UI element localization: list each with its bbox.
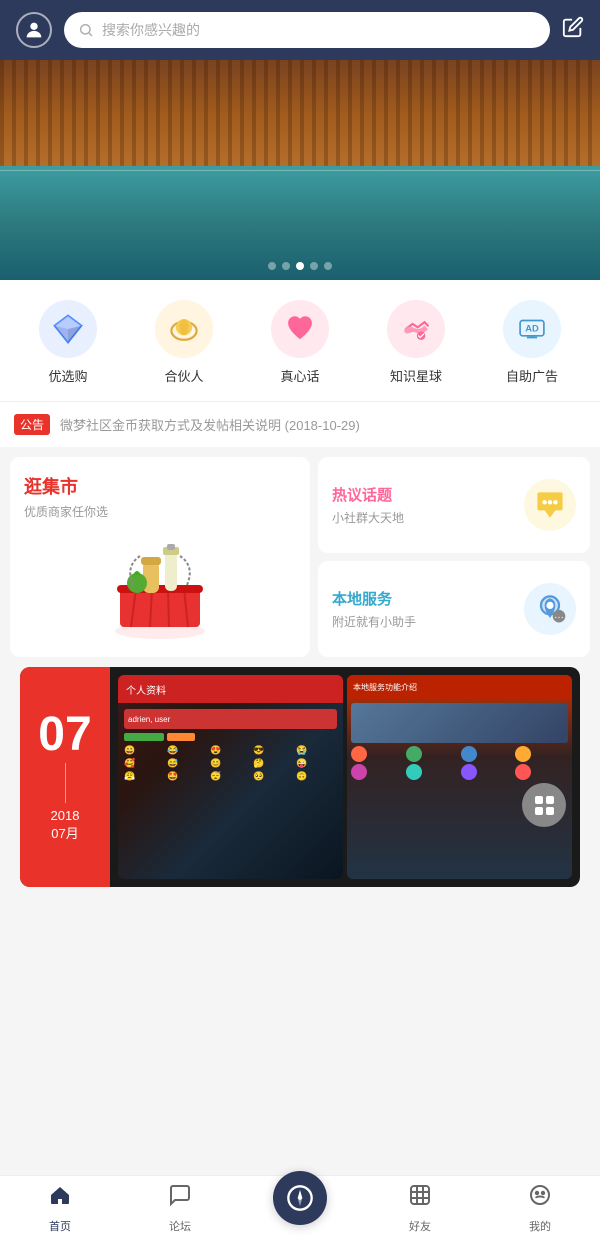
hot-topics-icon (524, 479, 576, 531)
search-placeholder: 搜索你感兴趣的 (102, 20, 200, 40)
search-icon (78, 22, 94, 38)
quick-icon-circle (271, 300, 329, 358)
basket-illustration (95, 531, 225, 641)
cards-section: 逛集市 优质商家任你选 (0, 447, 600, 667)
monthly-divider (65, 763, 66, 803)
banner-dot-active[interactable] (296, 262, 304, 270)
nav-center[interactable] (240, 1191, 360, 1225)
nav-forum-label: 论坛 (169, 1218, 191, 1234)
quick-icon-circle (387, 300, 445, 358)
monthly-day: 07 (38, 711, 91, 759)
heart-icon (283, 312, 317, 346)
local-service-text: 本地服务 附近就有小助手 (332, 588, 416, 630)
banner-texture (0, 60, 600, 170)
nav-forum[interactable]: 论坛 (120, 1183, 240, 1234)
notice-tag: 公告 (14, 414, 50, 435)
svg-text:AD: AD (525, 324, 539, 334)
hot-topics-subtitle: 小社群大天地 (332, 509, 404, 526)
hot-topics-title: 热议话题 (332, 484, 404, 505)
banner-dot[interactable] (324, 262, 332, 270)
quick-icon-item[interactable]: 优选购 (28, 300, 108, 385)
search-bar[interactable]: 搜索你感兴趣的 (64, 12, 550, 48)
market-image (24, 520, 296, 641)
banner-dot[interactable] (268, 262, 276, 270)
banner-reflection (0, 170, 600, 171)
market-subtitle: 优质商家任你选 (24, 503, 296, 520)
nav-home-label: 首页 (49, 1218, 71, 1234)
compass-icon (286, 1184, 314, 1212)
mine-icon (528, 1183, 552, 1214)
chat-icon (532, 487, 568, 523)
quick-icon-label: 知识星球 (390, 366, 442, 385)
market-title: 逛集市 (24, 473, 296, 499)
quick-icon-item[interactable]: AD 自助广告 (492, 300, 572, 385)
nav-friends[interactable]: 好友 (360, 1183, 480, 1234)
avatar[interactable] (16, 12, 52, 48)
banner (0, 60, 600, 280)
nav-friends-label: 好友 (409, 1218, 431, 1234)
monthly-thumb-2[interactable]: 本地服务功能介绍 (347, 675, 572, 879)
monthly-year: 2018 07月 (51, 807, 80, 843)
local-service-card[interactable]: 本地服务 附近就有小助手 ··· (318, 561, 590, 657)
hot-topics-card[interactable]: 热议话题 小社群大天地 (318, 457, 590, 553)
location-icon: ··· (532, 591, 568, 627)
quick-icon-item[interactable]: 知识星球 (376, 300, 456, 385)
header: 搜索你感兴趣的 (0, 0, 600, 60)
quick-icon-label: 真心话 (280, 366, 319, 385)
monthly-thumb-1[interactable]: 个人资料 adrien, user 😀😂😍😎😭 🥰😅😊🤔😜 😤🤩😴🥺🙃 (118, 675, 343, 879)
market-card[interactable]: 逛集市 优质商家任你选 (10, 457, 310, 657)
grid-button[interactable] (522, 783, 566, 827)
monthly-thumbnails: 个人资料 adrien, user 😀😂😍😎😭 🥰😅😊🤔😜 😤🤩😴🥺🙃 (110, 667, 580, 887)
monthly-section-wrapper: 07 2018 07月 个人资料 adrien, user (0, 667, 600, 977)
notice-text: 微梦社区金币获取方式及发帖相关说明 (2018-10-29) (60, 415, 360, 434)
monthly-left: 07 2018 07月 (20, 667, 110, 887)
quick-icons-section: 优选购 合伙人 真心话 知识星球 (0, 280, 600, 401)
thumb-body: adrien, user 😀😂😍😎😭 🥰😅😊🤔😜 😤🤩😴🥺🙃 (118, 703, 343, 879)
home-icon (48, 1183, 72, 1214)
handshake-icon (399, 312, 433, 346)
quick-icon-circle (155, 300, 213, 358)
local-service-title: 本地服务 (332, 588, 416, 609)
banner-dot[interactable] (310, 262, 318, 270)
quick-icon-circle (39, 300, 97, 358)
bottom-nav: 首页 论坛 好友 (0, 1175, 600, 1240)
quick-icon-circle: AD (503, 300, 561, 358)
svg-text:···: ··· (554, 612, 564, 623)
edit-button[interactable] (562, 16, 584, 44)
hot-topics-text: 热议话题 小社群大天地 (332, 484, 404, 526)
quick-icon-item[interactable]: 合伙人 (144, 300, 224, 385)
thumb-header: 个人资料 (118, 675, 343, 703)
quick-icon-label: 合伙人 (164, 366, 203, 385)
forum-icon (168, 1183, 192, 1214)
planet-icon (166, 311, 202, 347)
thumb-header-text: 个人资料 (126, 682, 166, 697)
diamond-icon (51, 312, 85, 346)
compass-button[interactable] (273, 1171, 327, 1225)
right-cards: 热议话题 小社群大天地 本地服务 附近就有小助手 (318, 457, 590, 657)
friends-icon (408, 1183, 432, 1214)
nav-home[interactable]: 首页 (0, 1183, 120, 1234)
notice-bar[interactable]: 公告 微梦社区金币获取方式及发帖相关说明 (2018-10-29) (0, 401, 600, 447)
monthly-section: 07 2018 07月 个人资料 adrien, user (20, 667, 580, 887)
local-service-icon: ··· (524, 583, 576, 635)
local-service-subtitle: 附近就有小助手 (332, 613, 416, 630)
grid-icon (535, 796, 554, 815)
quick-icon-label: 优选购 (48, 366, 87, 385)
nav-mine[interactable]: 我的 (480, 1183, 600, 1234)
ad-icon: AD (515, 312, 549, 346)
quick-icon-label: 自助广告 (506, 366, 558, 385)
nav-mine-label: 我的 (529, 1218, 551, 1234)
quick-icon-item[interactable]: 真心话 (260, 300, 340, 385)
banner-dots (268, 262, 332, 270)
banner-dot[interactable] (282, 262, 290, 270)
